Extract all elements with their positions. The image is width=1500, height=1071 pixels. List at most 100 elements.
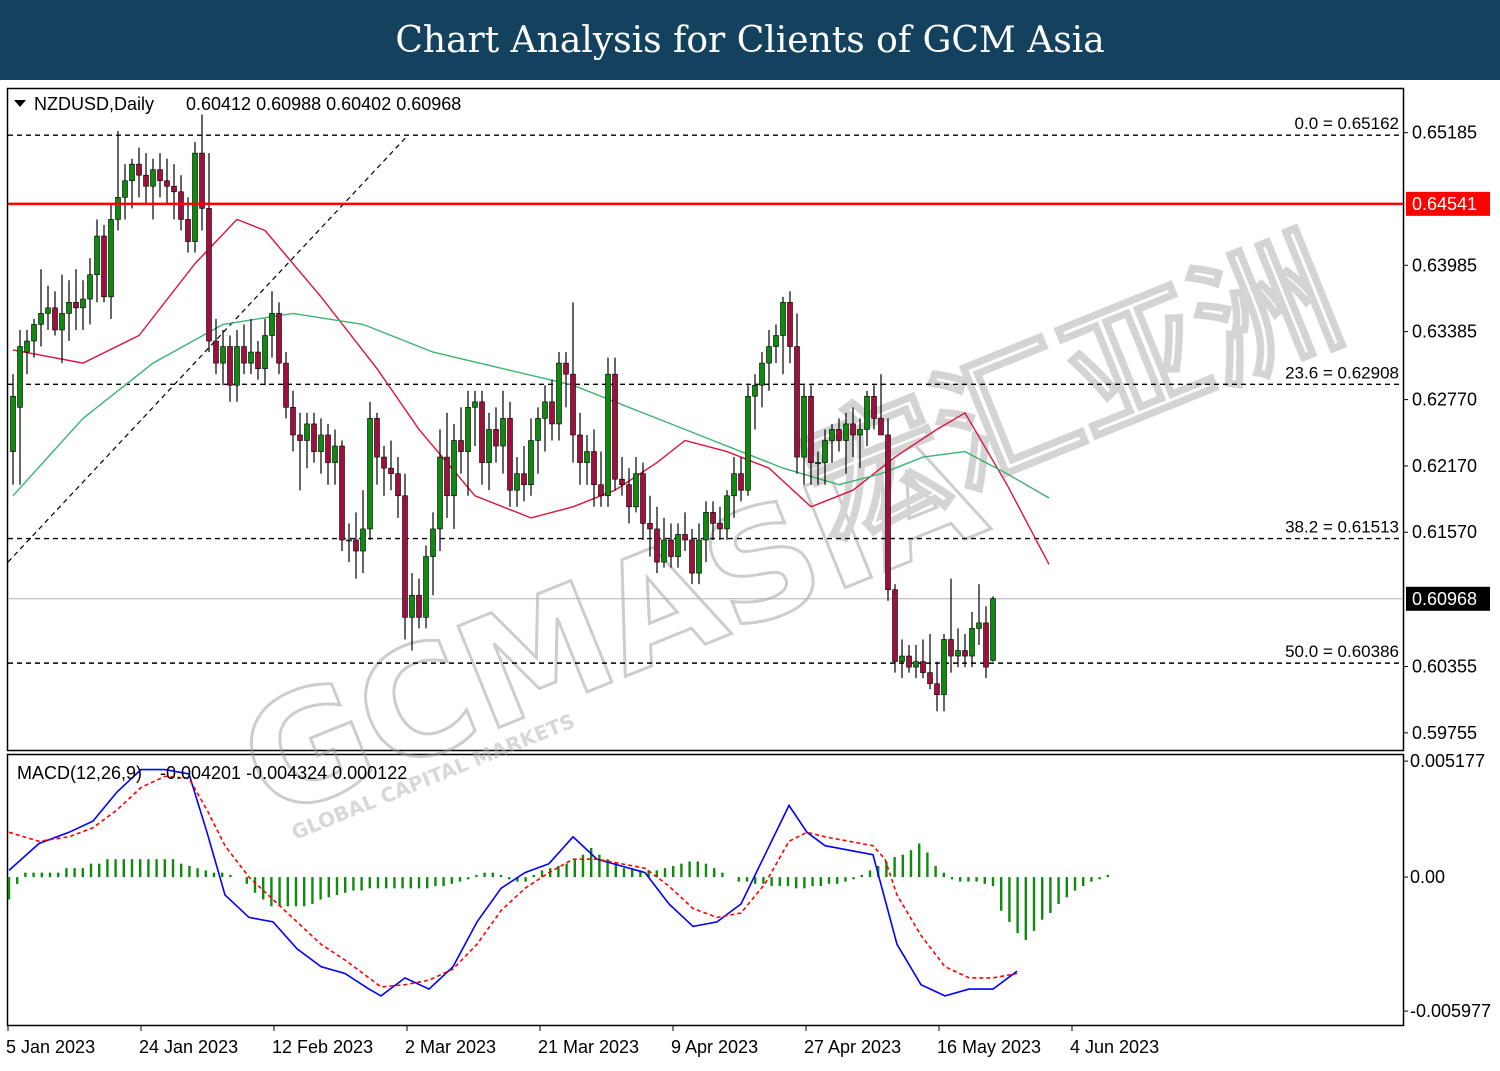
candle-body: [318, 434, 324, 452]
candle-body: [402, 495, 408, 618]
candle-body: [640, 473, 646, 524]
candle-body: [10, 395, 16, 452]
candle-body: [612, 373, 618, 480]
candle-body: [654, 528, 660, 563]
y-tick-label: 0.62170: [1412, 456, 1477, 476]
candle-body: [255, 351, 261, 369]
candle-body: [395, 473, 401, 497]
candle-body: [248, 351, 254, 364]
candle: [745, 385, 751, 496]
candle-body: [381, 456, 387, 469]
candle: [990, 596, 996, 662]
candle-body: [598, 484, 604, 497]
candle-body: [780, 302, 786, 336]
candle-body: [493, 429, 499, 447]
candle-body: [801, 395, 807, 458]
candle-body: [430, 528, 436, 557]
candle-body: [150, 169, 156, 187]
candle-body: [633, 473, 639, 508]
candle-body: [955, 650, 961, 657]
candle-body: [262, 335, 268, 369]
candle-body: [444, 456, 450, 497]
x-tick-label: 16 May 2023: [937, 1037, 1041, 1057]
candle-body: [234, 346, 240, 386]
candle-body: [346, 539, 352, 542]
candle-body: [514, 473, 520, 491]
candle-body: [325, 434, 331, 463]
candle-body: [465, 407, 471, 452]
candle-body: [73, 302, 79, 309]
current-price-label: 0.60968: [1412, 589, 1477, 609]
candle-body: [808, 395, 814, 463]
y-tick-label: 0.65185: [1412, 123, 1477, 143]
candle-body: [920, 661, 926, 673]
candle-body: [591, 451, 597, 486]
candle: [192, 142, 198, 253]
candle-body: [962, 650, 968, 657]
candle-body: [885, 434, 891, 591]
y-tick-label: 0.61570: [1412, 522, 1477, 542]
candle: [367, 401, 373, 540]
candle-body: [458, 440, 464, 452]
candle-body: [703, 512, 709, 541]
candle-body: [367, 418, 373, 530]
fib-label-23.6: 23.6 = 0.62908: [1285, 363, 1399, 382]
candle: [423, 545, 429, 629]
candle-body: [948, 639, 954, 657]
candle-body: [360, 528, 366, 552]
header-banner: Chart Analysis for Clients of GCM Asia: [0, 0, 1500, 80]
candle-body: [507, 418, 513, 491]
candle-body: [66, 302, 72, 314]
candle-body: [479, 401, 485, 463]
candle-body: [241, 346, 247, 364]
candle-body: [178, 191, 184, 220]
candle-body: [353, 539, 359, 552]
candle-body: [409, 594, 415, 618]
page-title: Chart Analysis for Clients of GCM Asia: [395, 19, 1105, 61]
x-tick-label: 21 Mar 2023: [538, 1037, 639, 1057]
candle-body: [269, 313, 275, 336]
y-tick-label: 0.63385: [1412, 322, 1477, 342]
candle-body: [101, 235, 107, 298]
candle-body: [878, 418, 884, 436]
candle-body: [542, 401, 548, 419]
candle-body: [836, 429, 842, 441]
candle-body: [899, 655, 905, 662]
x-tick-label: 12 Feb 2023: [272, 1037, 373, 1057]
candle-body: [724, 495, 730, 530]
candle-body: [766, 346, 772, 364]
candle-body: [416, 594, 422, 618]
candle-body: [794, 346, 800, 458]
candle-body: [773, 335, 779, 347]
candle-body: [451, 440, 457, 497]
candle-body: [283, 362, 289, 408]
candle-body: [157, 169, 163, 182]
candle-body: [787, 302, 793, 347]
candle-body: [213, 340, 219, 364]
candle-body: [941, 639, 947, 696]
x-tick-label: 24 Jan 2023: [139, 1037, 238, 1057]
macd-values: -0.004201 -0.004324 0.000122: [160, 763, 407, 783]
candle-body: [689, 539, 695, 574]
candle-body: [486, 429, 492, 463]
candle-body: [850, 423, 856, 436]
candle-body: [339, 445, 345, 541]
x-tick-label: 4 Jun 2023: [1070, 1037, 1159, 1057]
candle-body: [290, 407, 296, 436]
candle-body: [192, 152, 198, 242]
candle-body: [311, 423, 317, 452]
candle-body: [528, 440, 534, 486]
macd-y-tick-label: 0.005177: [1410, 751, 1485, 771]
symbol-label: NZDUSD,Daily: [34, 94, 154, 114]
candle-body: [871, 395, 877, 419]
candle-body: [423, 556, 429, 618]
candle-body: [815, 462, 821, 464]
candle-body: [472, 401, 478, 408]
candle-body: [605, 373, 611, 497]
candle-body: [206, 208, 212, 342]
candle-body: [990, 598, 996, 661]
candle-body: [752, 384, 758, 397]
candle-body: [388, 467, 394, 474]
candle-body: [577, 434, 583, 463]
candle-body: [969, 628, 975, 657]
